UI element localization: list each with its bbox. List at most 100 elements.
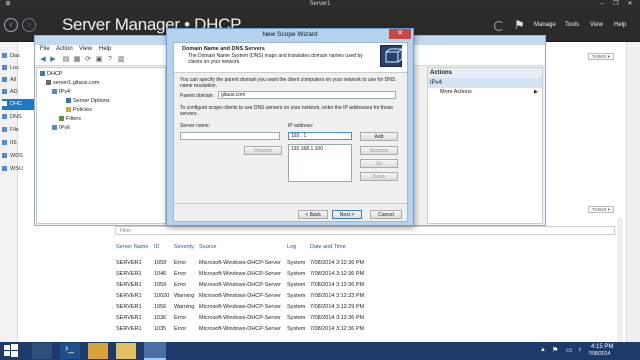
event-cell[interactable]: 7/08/2014 3:12:36 PM: [310, 315, 364, 321]
tree-item-server-options[interactable]: Server Options: [66, 97, 110, 105]
back-icon[interactable]: ◀: [39, 56, 47, 64]
server-name-input[interactable]: [180, 132, 280, 140]
event-cell[interactable]: System: [287, 326, 305, 332]
add-button[interactable]: Add: [360, 132, 398, 141]
menu-manage[interactable]: Manage: [534, 22, 556, 28]
event-cell[interactable]: Error: [174, 315, 186, 321]
up-button[interactable]: Up: [360, 159, 398, 168]
network-tray-icon[interactable]: ▭: [566, 346, 573, 354]
event-cell[interactable]: Error: [174, 271, 186, 277]
export-icon[interactable]: ▣: [95, 56, 103, 64]
event-cell[interactable]: System: [287, 304, 305, 310]
refresh-list-icon[interactable]: ⟳: [84, 56, 92, 64]
resolve-button[interactable]: Resolve: [244, 146, 282, 155]
server-manager-taskbar-icon[interactable]: [32, 343, 52, 359]
view-icon[interactable]: ▥: [117, 56, 125, 64]
close-icon[interactable]: ✕: [389, 29, 411, 39]
col-source[interactable]: Source: [199, 244, 216, 250]
event-cell[interactable]: Microsoft-Windows-DHCP-Server: [199, 315, 281, 321]
event-cell[interactable]: SERVER1: [116, 326, 142, 332]
dns-list-item[interactable]: 192.168.1.100: [291, 146, 323, 152]
start-button[interactable]: [4, 344, 24, 360]
tree-item-filters[interactable]: Filters: [59, 115, 81, 123]
col-severity[interactable]: Severity: [174, 244, 194, 250]
minimize-icon[interactable]: –: [596, 0, 608, 9]
forward-arrow-icon[interactable]: ›: [22, 18, 36, 32]
clock-date[interactable]: 7/08/2014: [588, 351, 610, 357]
flag-tray-icon[interactable]: ⚑: [552, 346, 558, 354]
refresh-icon[interactable]: [494, 21, 504, 31]
col-id[interactable]: ID: [154, 244, 160, 250]
tools-taskbar-icon[interactable]: [116, 343, 136, 359]
event-cell[interactable]: SERVER1: [116, 271, 142, 277]
volume-tray-icon[interactable]: ♪: [578, 346, 582, 353]
tree-item-policies[interactable]: Policies: [66, 106, 92, 114]
event-cell[interactable]: 1056: [154, 304, 166, 310]
event-cell[interactable]: 1035: [154, 326, 166, 332]
restore-icon[interactable]: ❐: [610, 0, 622, 9]
flag-icon[interactable]: ⚑: [514, 18, 526, 32]
filter-input[interactable]: Filter: [115, 226, 615, 235]
console-menu-view[interactable]: View: [79, 46, 92, 52]
event-cell[interactable]: Microsoft-Windows-DHCP-Server: [199, 326, 281, 332]
help-icon[interactable]: ?: [106, 56, 114, 64]
col-date-time[interactable]: Date and Time: [310, 244, 346, 250]
console-menu-action[interactable]: Action: [56, 46, 73, 52]
event-cell[interactable]: System: [287, 282, 305, 288]
event-cell[interactable]: System: [287, 271, 305, 277]
event-cell[interactable]: 10020: [154, 293, 169, 299]
remove-button[interactable]: Remove: [360, 146, 398, 155]
back-arrow-icon[interactable]: ‹: [4, 18, 18, 32]
event-cell[interactable]: 7/08/2014 3:12:36 PM: [310, 271, 364, 277]
event-cell[interactable]: 7/08/2014 3:12:29 PM: [310, 304, 364, 310]
tray-up-icon[interactable]: ▲: [540, 347, 546, 353]
tree-item-ipv6[interactable]: IPv6: [52, 124, 70, 132]
event-cell[interactable]: 7/08/2014 3:12:36 PM: [310, 282, 364, 288]
event-cell[interactable]: 7/08/2014 3:12:33 PM: [310, 293, 364, 299]
event-cell[interactable]: SERVER1: [116, 315, 142, 321]
event-cell[interactable]: 1059: [154, 282, 166, 288]
event-cell[interactable]: 1059: [154, 260, 166, 266]
event-cell[interactable]: 1046: [154, 271, 166, 277]
event-cell[interactable]: SERVER1: [116, 260, 142, 266]
event-cell[interactable]: System: [287, 293, 305, 299]
cancel-button[interactable]: Cancel: [370, 210, 402, 219]
more-actions-link[interactable]: More Actions: [440, 89, 472, 95]
powershell-taskbar-icon[interactable]: ›_: [60, 343, 80, 359]
menu-view[interactable]: View: [590, 22, 603, 28]
close-icon[interactable]: ✕: [624, 0, 636, 9]
dhcp-taskbar-icon[interactable]: [144, 342, 166, 360]
col-server-name[interactable]: Server Name: [116, 244, 148, 250]
event-cell[interactable]: Microsoft-Windows-DHCP-Server: [199, 304, 281, 310]
event-cell[interactable]: Microsoft-Windows-DHCP-Server: [199, 293, 281, 299]
back-button[interactable]: < Back: [298, 210, 328, 219]
event-cell[interactable]: Microsoft-Windows-DHCP-Server: [199, 282, 281, 288]
clock-time[interactable]: 4:15 PM: [591, 344, 613, 350]
event-cell[interactable]: 7/08/2014 3:12:36 PM: [310, 326, 364, 332]
event-cell[interactable]: SERVER1: [116, 293, 142, 299]
tree-item-server[interactable]: server1.gitaus.com: [46, 79, 99, 87]
forward-icon[interactable]: ▶: [49, 56, 57, 64]
show-tree-icon[interactable]: ▤: [62, 56, 70, 64]
event-cell[interactable]: Error: [174, 326, 186, 332]
event-cell[interactable]: Warning: [174, 293, 194, 299]
parent-domain-input[interactable]: gitaus.com: [218, 91, 396, 99]
event-cell[interactable]: Microsoft-Windows-DHCP-Server: [199, 271, 281, 277]
event-cell[interactable]: 1036: [154, 315, 166, 321]
tree-item-ipv4[interactable]: IPv4: [52, 88, 70, 96]
event-cell[interactable]: Error: [174, 260, 186, 266]
console-menu-help[interactable]: Help: [99, 46, 111, 52]
tasks-dropdown-top[interactable]: TASKS ▾: [588, 53, 614, 60]
tasks-dropdown-events[interactable]: TASKS ▾: [588, 206, 614, 213]
tree-item-dhcp[interactable]: DHCP: [40, 70, 63, 78]
ip-address-input[interactable]: 192 . 1: [288, 132, 352, 140]
event-cell[interactable]: Microsoft-Windows-DHCP-Server: [199, 260, 281, 266]
file-explorer-taskbar-icon[interactable]: [88, 343, 108, 359]
event-cell[interactable]: System: [287, 315, 305, 321]
next-button[interactable]: Next >: [332, 210, 362, 219]
down-button[interactable]: Down: [360, 172, 398, 181]
pin-icon[interactable]: ⊞: [2, 0, 14, 9]
menu-tools[interactable]: Tools: [565, 22, 579, 28]
event-cell[interactable]: 7/08/2014 3:12:36 PM: [310, 260, 364, 266]
col-log[interactable]: Log: [287, 244, 296, 250]
